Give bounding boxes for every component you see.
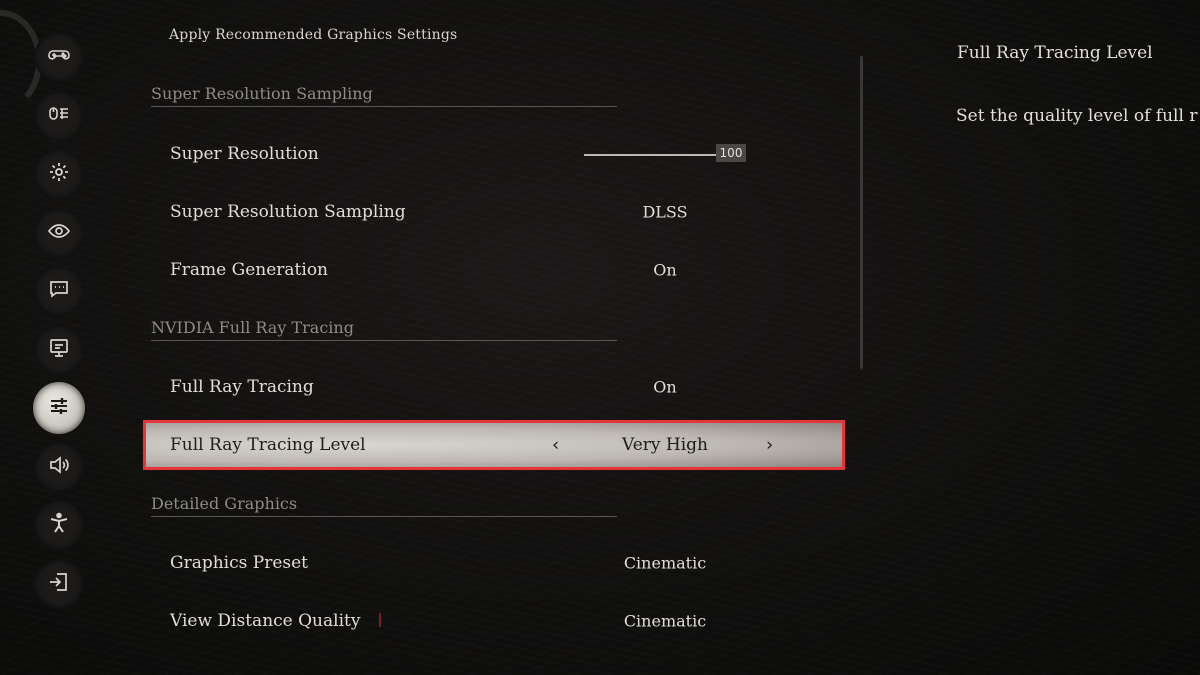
section-ray-tracing: NVIDIA Full Ray Tracing — [151, 318, 617, 341]
setting-value: On — [653, 377, 677, 397]
setting-value: DLSS — [642, 202, 688, 222]
setting-value: Cinematic — [623, 553, 707, 573]
setting-label: Frame Generation — [170, 260, 329, 280]
sidebar — [0, 0, 120, 675]
speaker-icon — [47, 453, 71, 481]
nav-audio[interactable] — [34, 442, 84, 492]
chevron-right-icon[interactable]: › — [766, 435, 773, 456]
slider-fill — [584, 154, 720, 156]
gamepad-icon — [47, 43, 71, 71]
eye-icon — [47, 219, 71, 247]
setting-graphics-preset[interactable]: Graphics Preset Cinematic — [146, 538, 842, 588]
setting-super-resolution-sampling[interactable]: Super Resolution Sampling DLSS — [146, 187, 842, 237]
setting-frame-generation[interactable]: Frame Generation On — [146, 245, 842, 295]
setting-super-resolution[interactable]: Super Resolution 100 — [146, 129, 842, 179]
section-super-resolution: Super Resolution Sampling — [151, 84, 617, 107]
setting-value: On — [653, 260, 677, 280]
nav-display[interactable] — [34, 325, 84, 375]
setting-view-distance-quality[interactable]: View Distance Quality Cinematic — [146, 596, 842, 646]
setting-full-ray-tracing[interactable]: Full Ray Tracing On — [146, 362, 842, 412]
setting-label: View Distance Quality — [170, 611, 361, 631]
nav-controls[interactable] — [34, 91, 84, 141]
chat-icon — [47, 277, 71, 305]
nav-graphics[interactable] — [33, 382, 85, 434]
setting-label: Graphics Preset — [170, 553, 309, 573]
super-resolution-slider[interactable] — [584, 154, 720, 156]
setting-label: Full Ray Tracing — [170, 377, 314, 397]
setting-label: Super Resolution — [170, 144, 319, 164]
accessibility-icon — [47, 511, 71, 539]
nav-gameplay[interactable] — [34, 32, 84, 82]
slider-value: 100 — [716, 144, 746, 162]
nav-general[interactable] — [34, 149, 84, 199]
setting-full-ray-tracing-level[interactable]: Full Ray Tracing Level ‹ Very High › — [143, 420, 845, 470]
exit-icon — [47, 570, 71, 598]
setting-label: Full Ray Tracing Level — [170, 435, 366, 455]
nav-language[interactable] — [34, 266, 84, 316]
warning-mark — [379, 613, 381, 627]
controls-icon — [47, 102, 71, 130]
section-detailed-graphics: Detailed Graphics — [151, 494, 617, 517]
setting-label: Super Resolution Sampling — [170, 202, 406, 222]
chevron-left-icon[interactable]: ‹ — [552, 435, 559, 456]
monitor-icon — [47, 336, 71, 364]
setting-value: Cinematic — [623, 611, 707, 631]
apply-recommended-button[interactable]: Apply Recommended Graphics Settings — [169, 27, 457, 43]
settings-scrollbar[interactable] — [860, 56, 863, 369]
sliders-icon — [47, 394, 71, 422]
gear-icon — [47, 160, 71, 188]
nav-accessibility[interactable] — [34, 500, 84, 550]
description-title: Full Ray Tracing Level — [957, 43, 1153, 63]
nav-exit[interactable] — [34, 559, 84, 609]
setting-value: Very High — [621, 435, 708, 455]
description-text: Set the quality level of full r — [956, 106, 1198, 126]
nav-camera[interactable] — [34, 208, 84, 258]
